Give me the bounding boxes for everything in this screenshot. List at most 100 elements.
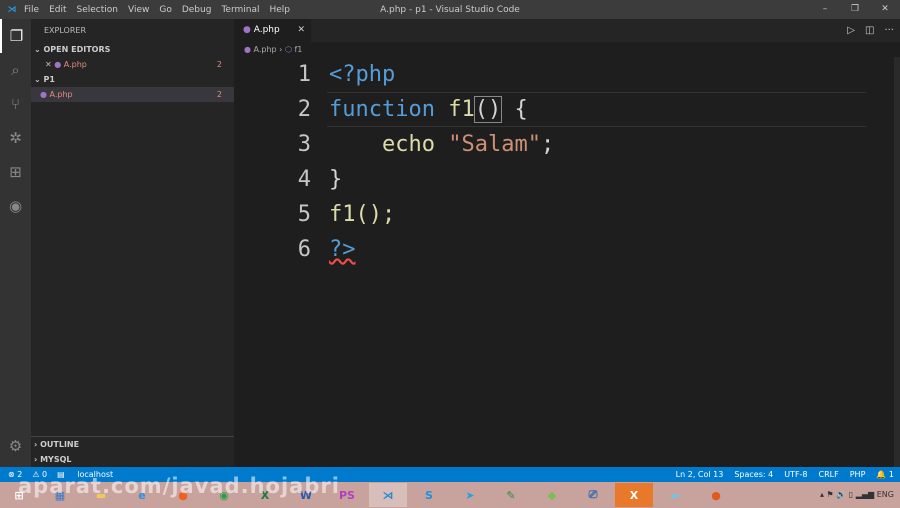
more-actions-icon[interactable]: ··· xyxy=(884,25,894,36)
menu-go[interactable]: Go xyxy=(159,5,171,15)
run-icon[interactable]: ▷ xyxy=(847,25,855,36)
menu-view[interactable]: View xyxy=(128,5,149,15)
extensions-icon[interactable]: ⊞ xyxy=(0,155,31,189)
code-line: function f1() { xyxy=(329,92,528,127)
vertical-scrollbar[interactable] xyxy=(894,57,900,467)
skype-icon[interactable]: S xyxy=(410,483,448,507)
mysql-section[interactable]: › MYSQL xyxy=(31,452,234,467)
remote-icon[interactable]: ◉ xyxy=(0,189,31,223)
errors-indicator[interactable]: ⊗ 2 xyxy=(8,470,22,479)
minimize-button[interactable]: – xyxy=(810,0,840,19)
system-tray: ▴ ⚑ 🔊 ▯ ▂▄▆ ENG xyxy=(820,482,894,508)
function-symbol-icon: ⬡ xyxy=(284,45,292,54)
source-control-icon[interactable]: ⑂ xyxy=(0,87,31,121)
semicolon: ; xyxy=(540,132,555,157)
line-number: 1 xyxy=(297,62,311,87)
internet-explorer-icon[interactable]: e xyxy=(123,483,161,507)
server-icon: ▤ xyxy=(57,470,65,479)
notepad-icon[interactable]: ▰ xyxy=(656,483,694,507)
code-editor[interactable]: 1 2 3 4 5 6 <?php function f1() { echo "… xyxy=(234,57,900,467)
search-icon[interactable]: ⌕ xyxy=(0,53,31,87)
menu-debug[interactable]: Debug xyxy=(182,5,212,15)
word-icon[interactable]: W xyxy=(287,483,325,507)
excel-icon[interactable]: X xyxy=(246,483,284,507)
outline-section[interactable]: › OUTLINE xyxy=(31,437,234,452)
language-mode[interactable]: PHP xyxy=(850,470,866,479)
menu-edit[interactable]: Edit xyxy=(49,5,66,15)
folder-section[interactable]: ⌄ P1 xyxy=(31,72,234,87)
tab-a-php[interactable]: ● A.php ✕ xyxy=(234,19,311,42)
close-button[interactable]: ✕ xyxy=(870,0,900,19)
android-studio-icon[interactable]: ✎ xyxy=(492,483,530,507)
activity-bar: ❐ ⌕ ⑂ ✲ ⊞ ◉ ⚙ xyxy=(0,19,31,467)
code-line: <?php xyxy=(329,62,396,87)
php-file-icon: ● xyxy=(243,25,251,35)
menu-file[interactable]: File xyxy=(24,5,39,15)
warnings-indicator[interactable]: ⚠ 0 xyxy=(32,470,47,479)
notifications[interactable]: 🔔 1 xyxy=(876,470,894,479)
taskbar: ⊞ ▦ ▬ e ● ◉ X W PS ⋊ S ➤ ✎ ◆ ⎚ ꓫ ▰ ● ▴ ⚑… xyxy=(0,482,900,508)
close-tab-icon[interactable]: ✕ xyxy=(297,19,305,42)
folder-label: P1 xyxy=(43,75,55,84)
language-indicator[interactable]: ENG xyxy=(877,490,894,499)
cursor-position[interactable]: Ln 2, Col 13 xyxy=(676,470,724,479)
file-name: A.php xyxy=(63,60,87,69)
string: "Salam" xyxy=(448,132,541,157)
line-ending[interactable]: CRLF xyxy=(819,470,839,479)
bracket-match: () xyxy=(473,96,503,123)
outline-label: OUTLINE xyxy=(40,440,80,449)
keyword: echo xyxy=(329,132,449,157)
mysql-label: MYSQL xyxy=(40,455,72,464)
file-tree-item[interactable]: ● A.php 2 xyxy=(31,87,234,102)
orange-app-icon[interactable]: ● xyxy=(697,483,735,507)
xampp-icon[interactable]: ꓫ xyxy=(615,483,653,507)
breadcrumb: ● A.php › ⬡ f1 xyxy=(244,45,303,54)
debug-icon[interactable]: ✲ xyxy=(0,121,31,155)
open-editors-section[interactable]: ⌄ OPEN EDITORS xyxy=(31,42,234,57)
menu-terminal[interactable]: Terminal xyxy=(221,5,259,15)
php-file-icon: ● xyxy=(244,45,251,54)
battery-icon[interactable]: ▯ xyxy=(849,490,853,499)
split-editor-icon[interactable]: ◫ xyxy=(865,25,874,36)
explorer-sidebar: EXPLORER ⌄ OPEN EDITORS ✕ ● A.php 2 ⌄ P1 … xyxy=(31,19,234,467)
breadcrumb-file[interactable]: A.php xyxy=(254,45,277,54)
telegram-icon[interactable]: ➤ xyxy=(451,483,489,507)
code-line: ?> xyxy=(329,237,356,262)
tab-bar: ● A.php ✕ ▷ ◫ ··· xyxy=(234,19,900,42)
tray-arrow-icon[interactable]: ▴ xyxy=(820,490,824,499)
volume-icon[interactable]: 🔊 xyxy=(836,490,846,499)
open-editor-item[interactable]: ✕ ● A.php 2 xyxy=(31,57,234,72)
tab-label: A.php xyxy=(253,25,280,35)
explorer-icon[interactable]: ❐ xyxy=(0,19,31,53)
indentation[interactable]: Spaces: 4 xyxy=(734,470,773,479)
breadcrumb-symbol[interactable]: f1 xyxy=(294,45,302,54)
phpstorm-icon[interactable]: PS xyxy=(328,483,366,507)
line-number: 4 xyxy=(297,167,311,192)
explorer-header: EXPLORER xyxy=(44,26,86,35)
function-name: f1 xyxy=(434,97,475,122)
file-name: A.php xyxy=(49,90,73,99)
server-item[interactable]: ▤ localhost xyxy=(57,470,123,479)
firefox-icon[interactable]: ● xyxy=(164,483,202,507)
menu-help[interactable]: Help xyxy=(269,5,290,15)
code-line: } xyxy=(329,167,343,192)
vscode-logo-icon: ⋊ xyxy=(7,4,17,15)
close-icon[interactable]: ✕ xyxy=(45,60,52,69)
menu-selection[interactable]: Selection xyxy=(77,5,118,15)
control-panel-icon[interactable]: ▦ xyxy=(41,483,79,507)
signal-icon[interactable]: ▂▄▆ xyxy=(856,490,874,499)
chrome-icon[interactable]: ◉ xyxy=(205,483,243,507)
network-icon[interactable]: ⎚ xyxy=(574,483,612,507)
flag-icon[interactable]: ⚑ xyxy=(827,490,834,499)
vscode-icon[interactable]: ⋊ xyxy=(369,483,407,507)
restore-button[interactable]: ❐ xyxy=(840,0,870,19)
gear-icon[interactable]: ⚙ xyxy=(0,429,31,463)
open-editors-label: OPEN EDITORS xyxy=(43,45,111,54)
line-number: 3 xyxy=(297,132,311,157)
encoding[interactable]: UTF-8 xyxy=(784,470,807,479)
problem-badge: 2 xyxy=(216,60,222,69)
file-explorer-icon[interactable]: ▬ xyxy=(82,483,120,507)
android-icon[interactable]: ◆ xyxy=(533,483,571,507)
problem-badge: 2 xyxy=(216,90,222,99)
windows-start-icon[interactable]: ⊞ xyxy=(0,483,38,507)
